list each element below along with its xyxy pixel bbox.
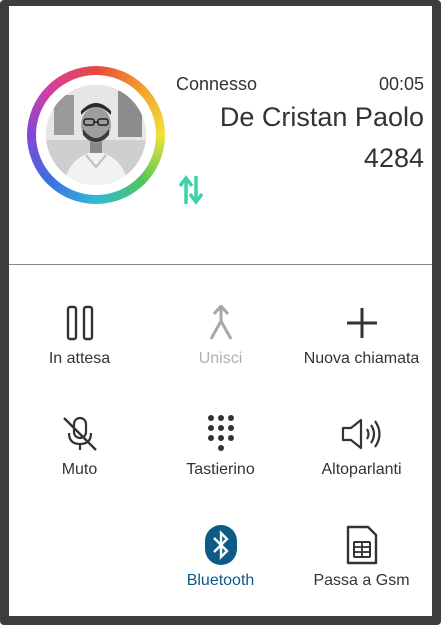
pause-icon [58,301,102,345]
merge-button[interactable]: Unisci [150,266,291,370]
hold-label: In attesa [48,350,111,367]
new-call-label: Nuova chiamata [303,350,420,367]
call-timer: 00:05 [378,74,424,94]
bluetooth-button[interactable]: Bluetooth [150,488,291,592]
dialpad-icon [199,412,243,456]
transfer-arrows-icon [178,174,204,206]
call-screen: Connesso 00:05 De Cristan Paolo 4284 In … [0,0,441,625]
merge-icon [199,301,243,345]
avatar-ring [27,66,165,204]
divider [9,264,432,265]
keypad-button[interactable]: Tastierino [150,377,291,481]
switch-gsm-button[interactable]: Passa a Gsm [291,488,432,592]
new-call-button[interactable]: Nuova chiamata [291,266,432,370]
call-header: Connesso 00:05 De Cristan Paolo 4284 [9,6,432,261]
switch-gsm-label: Passa a Gsm [313,572,410,589]
speaker-icon [340,412,384,456]
bluetooth-label: Bluetooth [186,572,255,589]
mute-button[interactable]: Muto [9,377,150,481]
speaker-button[interactable]: Altoparlanti [291,377,432,481]
contact-number: 4284 [363,143,424,173]
call-status: Connesso [176,74,258,94]
mic-off-icon [58,412,102,456]
bluetooth-icon [199,523,243,567]
sim-card-icon [340,523,384,567]
speaker-label: Altoparlanti [321,461,402,478]
mute-label: Muto [61,461,98,478]
keypad-label: Tastierino [186,461,255,478]
contact-name: De Cristan Paolo [219,102,424,132]
avatar [46,85,146,185]
plus-icon [340,301,384,345]
merge-label: Unisci [198,350,243,367]
hold-button[interactable]: In attesa [9,266,150,370]
